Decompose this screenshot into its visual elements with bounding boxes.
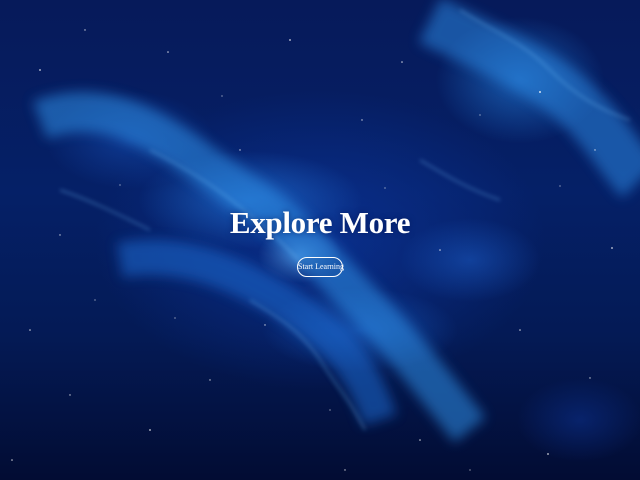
- hero-title: Explore More: [229, 205, 411, 240]
- start-learning-button[interactable]: Start Learning: [297, 257, 344, 277]
- hero-section: Explore More Start Learning: [0, 0, 640, 480]
